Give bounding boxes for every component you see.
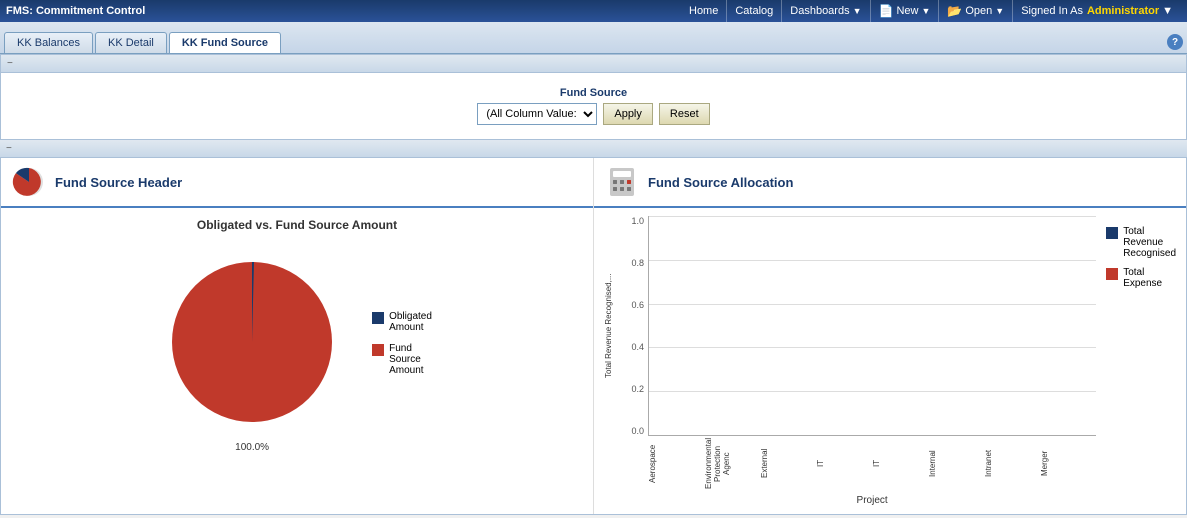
new-dropdown-arrow: ▼ [921,6,930,16]
x-label-env: Environmental Protection Agenc [704,436,760,491]
fund-source-allocation-title: Fund Source Allocation [648,175,793,190]
apply-button[interactable]: Apply [603,103,653,125]
bar-legend-revenue: TotalRevenueRecognised [1106,226,1176,259]
x-label-merger: Merger [1040,436,1096,491]
reset-button[interactable]: Reset [659,103,710,125]
x-label-aerospace: Aerospace [648,436,704,491]
grid-line-2 [649,260,1096,261]
x-label-intranet: Intranet [984,436,1040,491]
main-collapse-icon: − [6,143,12,154]
legend-color-fund-source [372,344,384,356]
fund-source-header-title-bar: Fund Source Header [1,158,593,208]
fund-source-allocation-panel: Fund Source Allocation Total Revenue Rec… [594,158,1186,514]
fund-source-allocation-title-bar: Fund Source Allocation [594,158,1186,208]
tab-kk-fund-source[interactable]: KK Fund Source [169,32,281,53]
main-section: Fund Source Header Obligated vs. Fund So… [0,158,1187,515]
fund-source-header-icon [11,164,47,200]
nav-new[interactable]: 📄 New ▼ [871,0,940,22]
x-axis-title: Project [648,495,1096,506]
x-label-external: External [760,436,816,491]
filter-collapse-icon: − [7,58,13,69]
user-dropdown-arrow: ▼ [1162,5,1173,17]
fund-source-header-panel: Fund Source Header Obligated vs. Fund So… [1,158,594,514]
filter-collapse-bar[interactable]: − [0,54,1187,73]
open-icon: 📂 [947,4,962,18]
panels: Fund Source Header Obligated vs. Fund So… [1,158,1186,514]
bars-area [648,216,1096,436]
pie-chart: 100.0% [162,252,342,435]
help-icon[interactable]: ? [1167,34,1183,50]
fund-source-allocation-icon [604,164,640,200]
y-axis-label: Total Revenue Recognised,... [604,216,618,436]
app-title: FMS: Commitment Control [6,5,145,17]
legend-color-obligated [372,312,384,324]
bar-legend: TotalRevenueRecognised TotalExpense [1106,216,1176,506]
y-axis-ticks: 1.0 0.8 0.6 0.4 0.2 0.0 [620,216,648,436]
tab-icons: ? [1167,34,1183,53]
pie-chart-container: Obligated vs. Fund Source Amount 100.0% [1,208,593,465]
pie-chart-title: Obligated vs. Fund Source Amount [11,218,583,232]
topbar: FMS: Commitment Control Home Catalog Das… [0,0,1187,22]
grid-line-4 [649,347,1096,348]
grid-line-3 [649,304,1096,305]
fund-source-header-title: Fund Source Header [55,175,182,190]
nav-open[interactable]: 📂 Open ▼ [939,0,1013,22]
legend-item-obligated: ObligatedAmount [372,311,432,333]
fund-source-select[interactable]: (All Column Value:) [477,103,597,125]
tab-kk-detail[interactable]: KK Detail [95,32,167,53]
dashboards-dropdown-arrow: ▼ [853,6,862,16]
bar-chart-grid: Total Revenue Recognised,... 1.0 0.8 0.6… [604,216,1096,436]
pie-legend: ObligatedAmount FundSourceAmount [372,311,432,376]
x-axis-labels: Aerospace Environmental Protection Agenc… [648,436,1096,491]
tabbar: KK Balances KK Detail KK Fund Source ? [0,22,1187,54]
legend-label-obligated: ObligatedAmount [389,311,432,333]
x-label-it2: IT [872,436,928,491]
signed-in-info: Signed In As Administrator ▼ [1013,5,1181,17]
bar-legend-color-revenue [1106,227,1118,239]
bar-legend-expense: TotalExpense [1106,267,1176,289]
legend-label-fund-source: FundSourceAmount [389,343,423,376]
open-dropdown-arrow: ▼ [995,6,1004,16]
nav-dashboards[interactable]: Dashboards ▼ [782,0,870,22]
topbar-nav: Home Catalog Dashboards ▼ 📄 New ▼ 📂 Open… [681,0,1181,22]
filter-label: Fund Source [477,87,709,99]
bar-legend-label-revenue: TotalRevenueRecognised [1123,226,1176,259]
signed-in-username: Administrator [1087,5,1159,17]
x-label-it1: IT [816,436,872,491]
nav-catalog[interactable]: Catalog [727,0,782,22]
grid-line-5 [649,391,1096,392]
tabs: KK Balances KK Detail KK Fund Source [4,32,281,53]
bar-legend-color-expense [1106,268,1118,280]
x-label-internal: Internal [928,436,984,491]
pie-area: 100.0% ObligatedAmount FundSourceAmount [11,242,583,455]
bar-chart-area: Total Revenue Recognised,... 1.0 0.8 0.6… [594,208,1186,514]
new-icon: 📄 [879,4,894,18]
grid-line-1 [649,216,1096,217]
tab-kk-balances[interactable]: KK Balances [4,32,93,53]
bar-chart-inner: Total Revenue Recognised,... 1.0 0.8 0.6… [604,216,1096,506]
nav-home[interactable]: Home [681,0,727,22]
pie-percent-label: 100.0% [235,442,269,453]
legend-item-fund-source: FundSourceAmount [372,343,432,376]
filter-section: Fund Source (All Column Value:) Apply Re… [0,73,1187,140]
bar-legend-label-expense: TotalExpense [1123,267,1162,289]
main-collapse-bar[interactable]: − [0,140,1187,158]
